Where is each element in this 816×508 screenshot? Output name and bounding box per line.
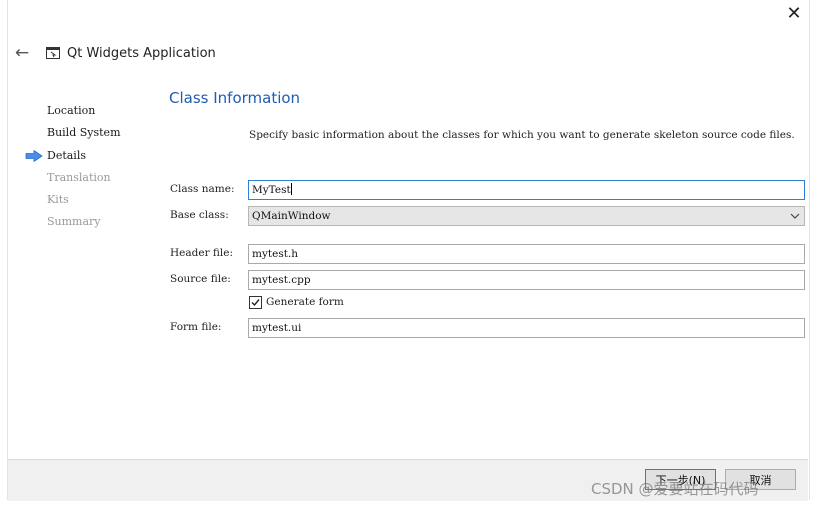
class-name-label: Class name: bbox=[170, 183, 235, 195]
source-file-input[interactable]: mytest.cpp bbox=[248, 270, 805, 290]
step-kits: Kits bbox=[47, 193, 69, 206]
page-description: Specify basic information about the clas… bbox=[249, 129, 795, 141]
step-translation: Translation bbox=[47, 171, 111, 184]
step-summary: Summary bbox=[47, 215, 101, 228]
checkmark-icon bbox=[251, 299, 260, 307]
header-file-input[interactable]: mytest.h bbox=[248, 244, 805, 264]
base-class-label: Base class: bbox=[170, 209, 229, 221]
generate-form-checkbox[interactable] bbox=[249, 296, 262, 309]
page-title: Class Information bbox=[169, 89, 301, 107]
base-class-select[interactable]: QMainWindow bbox=[248, 206, 805, 226]
application-window-icon bbox=[46, 47, 60, 59]
back-arrow-icon[interactable]: ← bbox=[12, 43, 32, 63]
header-file-label: Header file: bbox=[170, 247, 234, 259]
close-icon[interactable]: ✕ bbox=[784, 4, 804, 24]
wizard-title: Qt Widgets Application bbox=[67, 46, 216, 61]
chevron-down-icon bbox=[790, 213, 800, 219]
current-step-arrow-icon bbox=[25, 150, 43, 162]
text-caret bbox=[290, 183, 292, 195]
form-file-label: Form file: bbox=[170, 321, 222, 333]
class-name-input[interactable]: MyTest bbox=[248, 180, 805, 200]
step-details: Details bbox=[47, 149, 86, 162]
watermark-text: CSDN @爱要站在码代码 bbox=[591, 480, 759, 498]
base-class-value: QMainWindow bbox=[252, 210, 331, 222]
step-location: Location bbox=[47, 104, 96, 117]
generate-form-label: Generate form bbox=[266, 296, 344, 308]
form-file-input[interactable]: mytest.ui bbox=[248, 318, 805, 338]
class-name-value: MyTest bbox=[252, 184, 291, 196]
step-build-system: Build System bbox=[47, 126, 121, 139]
source-file-label: Source file: bbox=[170, 273, 231, 285]
